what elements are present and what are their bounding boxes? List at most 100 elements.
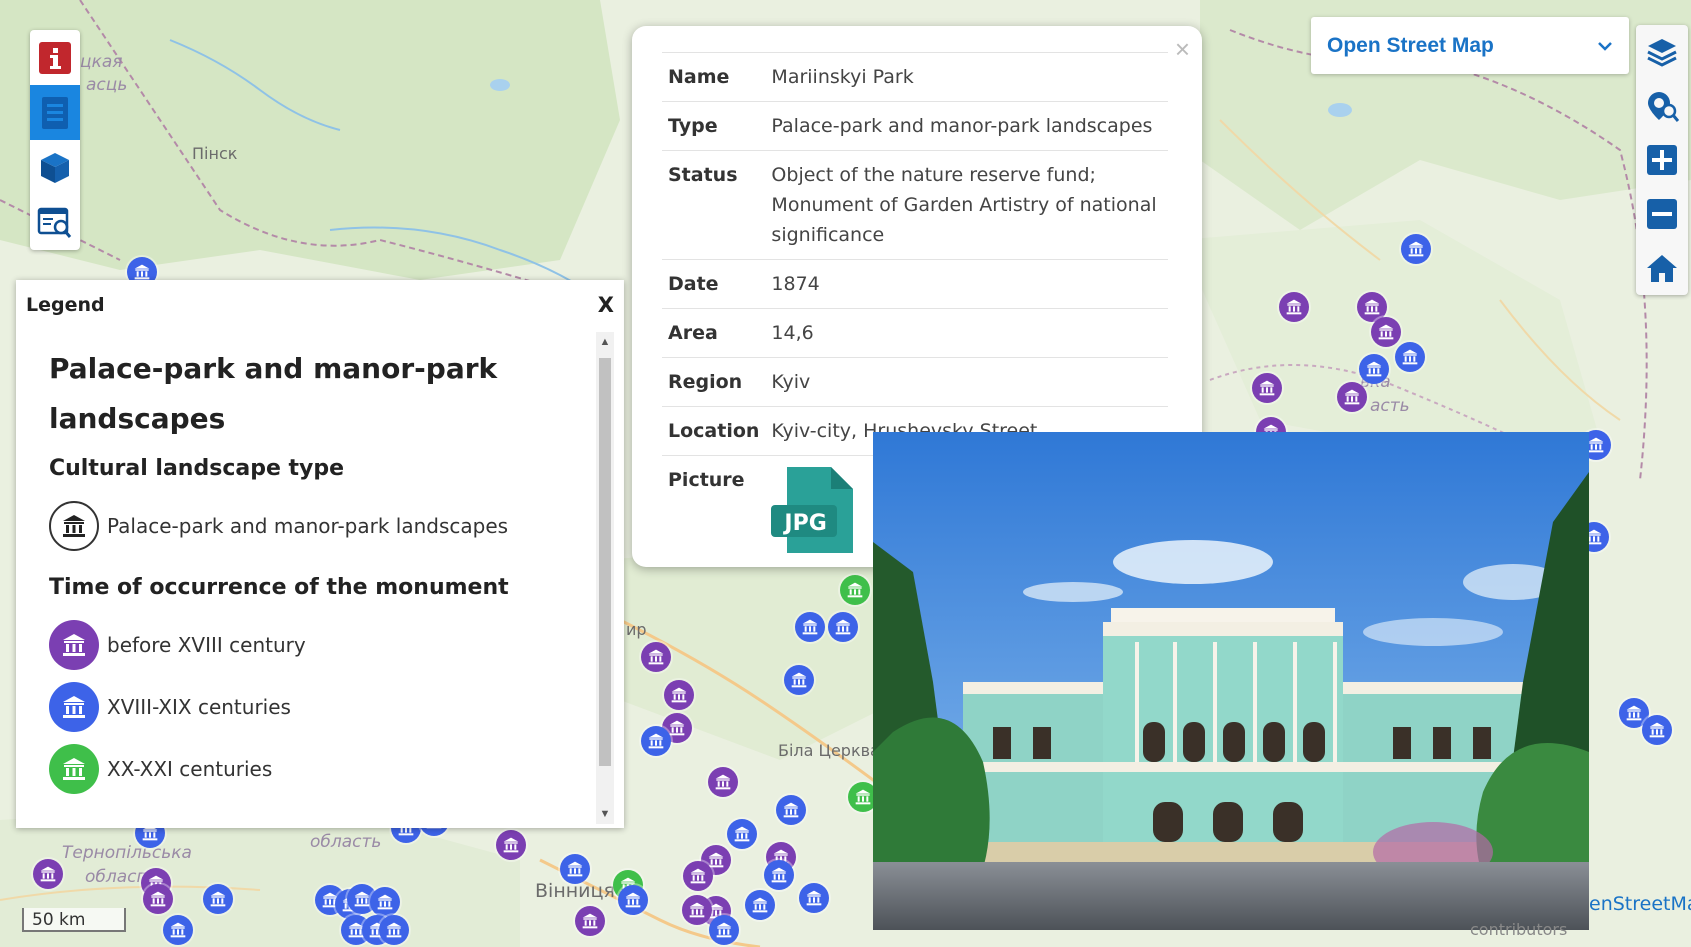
map-marker[interactable] — [709, 915, 739, 945]
map-marker[interactable] — [799, 883, 829, 913]
zoom-in-button[interactable] — [1636, 133, 1688, 187]
map-marker[interactable] — [1337, 382, 1367, 412]
legend-main-title: Palace-park and manor-park landscapes — [49, 352, 498, 435]
info-icon — [39, 41, 71, 74]
scroll-thumb[interactable] — [599, 358, 611, 766]
map-marker[interactable] — [795, 612, 825, 642]
basemap-selected-label: Open Street Map — [1327, 33, 1494, 57]
map-marker[interactable] — [143, 884, 173, 914]
map-marker[interactable] — [764, 860, 794, 890]
attribute-key: Status — [662, 150, 766, 260]
legend-item-label: before XVIII century — [107, 633, 306, 657]
map-marker[interactable] — [1395, 342, 1425, 372]
3d-view-button[interactable] — [30, 140, 80, 195]
attribute-value: Object of the nature reserve fund; Monum… — [765, 150, 1168, 260]
legend-body[interactable]: Palace-park and manor-park landscapes Cu… — [16, 330, 594, 828]
map-marker[interactable] — [784, 665, 814, 695]
map-marker[interactable] — [379, 915, 409, 945]
map-marker[interactable] — [776, 795, 806, 825]
map-marker[interactable] — [560, 854, 590, 884]
map-label-region: обласп — [85, 867, 148, 887]
map-marker[interactable] — [641, 726, 671, 756]
home-icon — [1647, 255, 1677, 282]
attribute-value: 14,6 — [765, 308, 1168, 358]
popup-close-button[interactable]: × — [1175, 34, 1190, 65]
search-document-icon — [37, 207, 72, 238]
legend-panel: Legend X Palace-park and manor-park land… — [16, 280, 624, 828]
map-marker[interactable] — [1642, 715, 1672, 745]
attribute-key: Picture — [662, 455, 766, 573]
legend-item: before XVIII century — [49, 614, 594, 676]
map-marker[interactable] — [1371, 317, 1401, 347]
map-label-city: Пінск — [192, 144, 238, 163]
museum-icon — [49, 744, 99, 794]
map-label-region: Тернопільська — [62, 843, 192, 863]
legend-item: Palace-park and manor-park landscapes — [49, 495, 594, 557]
attribution-link[interactable]: enStreetMap — [1589, 893, 1691, 915]
map-marker[interactable] — [496, 830, 526, 860]
cube-icon — [41, 152, 69, 183]
legend-header: Legend X — [16, 280, 624, 330]
attribute-value: Mariinskyi Park — [765, 52, 1168, 102]
zoom-in-icon — [1647, 145, 1677, 175]
map-marker[interactable] — [1359, 354, 1389, 384]
map-marker[interactable] — [1252, 373, 1282, 403]
home-button[interactable] — [1636, 241, 1688, 295]
map-marker[interactable] — [745, 890, 775, 920]
map-label-city: ир — [626, 620, 647, 639]
attribute-key: Region — [662, 357, 766, 407]
map-marker[interactable] — [618, 885, 648, 915]
scale-bar: 50 km — [22, 908, 126, 932]
locate-search-icon — [1648, 92, 1679, 122]
attribute-key: Date — [662, 259, 766, 309]
document-list-button[interactable] — [30, 85, 80, 140]
attribute-key: Type — [662, 101, 766, 151]
museum-icon — [49, 682, 99, 732]
legend-item-label: Palace-park and manor-park landscapes — [107, 514, 509, 538]
museum-icon — [49, 501, 99, 551]
jpg-file-icon[interactable]: JPG — [771, 465, 855, 555]
zoom-out-button[interactable] — [1636, 187, 1688, 241]
legend-close-button[interactable]: X — [598, 293, 614, 317]
map-marker[interactable] — [727, 819, 757, 849]
locate-search-button[interactable] — [1636, 79, 1688, 133]
right-toolbar — [1636, 25, 1688, 295]
legend-item: XX-XXI centuries — [49, 738, 594, 800]
map-marker[interactable] — [203, 884, 233, 914]
map-marker[interactable] — [1279, 292, 1309, 322]
attribute-row: Region Kyiv — [662, 357, 1168, 407]
attribute-row: Status Object of the nature reserve fund;… — [662, 150, 1168, 260]
map-marker[interactable] — [828, 612, 858, 642]
map-marker[interactable] — [708, 767, 738, 797]
map-marker[interactable] — [840, 575, 870, 605]
map-marker[interactable] — [33, 859, 63, 889]
left-toolbar — [30, 30, 80, 250]
attribute-key: Name — [662, 52, 766, 102]
map-marker[interactable] — [575, 906, 605, 936]
scroll-down-arrow[interactable]: ▼ — [599, 808, 611, 820]
layers-button[interactable] — [1636, 25, 1688, 79]
scroll-up-arrow[interactable]: ▲ — [599, 336, 611, 348]
map-marker[interactable] — [163, 915, 193, 945]
info-button[interactable] — [30, 30, 80, 85]
map-marker[interactable] — [370, 887, 400, 917]
map-marker[interactable] — [641, 642, 671, 672]
legend-item-label: XX-XXI centuries — [107, 757, 273, 781]
attribute-row: Type Palace-park and manor-park landscape… — [662, 101, 1168, 151]
map-label-region: асть — [1370, 396, 1410, 416]
map-label-city: Біла Церква — [778, 741, 880, 760]
map-marker[interactable] — [682, 895, 712, 925]
map-marker[interactable] — [1401, 234, 1431, 264]
legend-section-time: Time of occurrence of the monument — [49, 575, 509, 600]
document-list-icon — [42, 96, 68, 129]
attribute-value: Kyiv — [765, 357, 1168, 407]
zoom-out-icon — [1647, 199, 1677, 229]
map-marker[interactable] — [683, 861, 713, 891]
map-marker[interactable] — [664, 680, 694, 710]
attribute-search-button[interactable] — [30, 195, 80, 250]
legend-section-type: Cultural landscape type — [49, 456, 345, 481]
jpg-badge-label: JPG — [784, 511, 827, 536]
basemap-select[interactable]: Open Street Map — [1311, 17, 1629, 74]
legend-scrollbar[interactable]: ▲ ▼ — [596, 332, 614, 824]
legend-item-label: XVIII-XIX centuries — [107, 695, 291, 719]
